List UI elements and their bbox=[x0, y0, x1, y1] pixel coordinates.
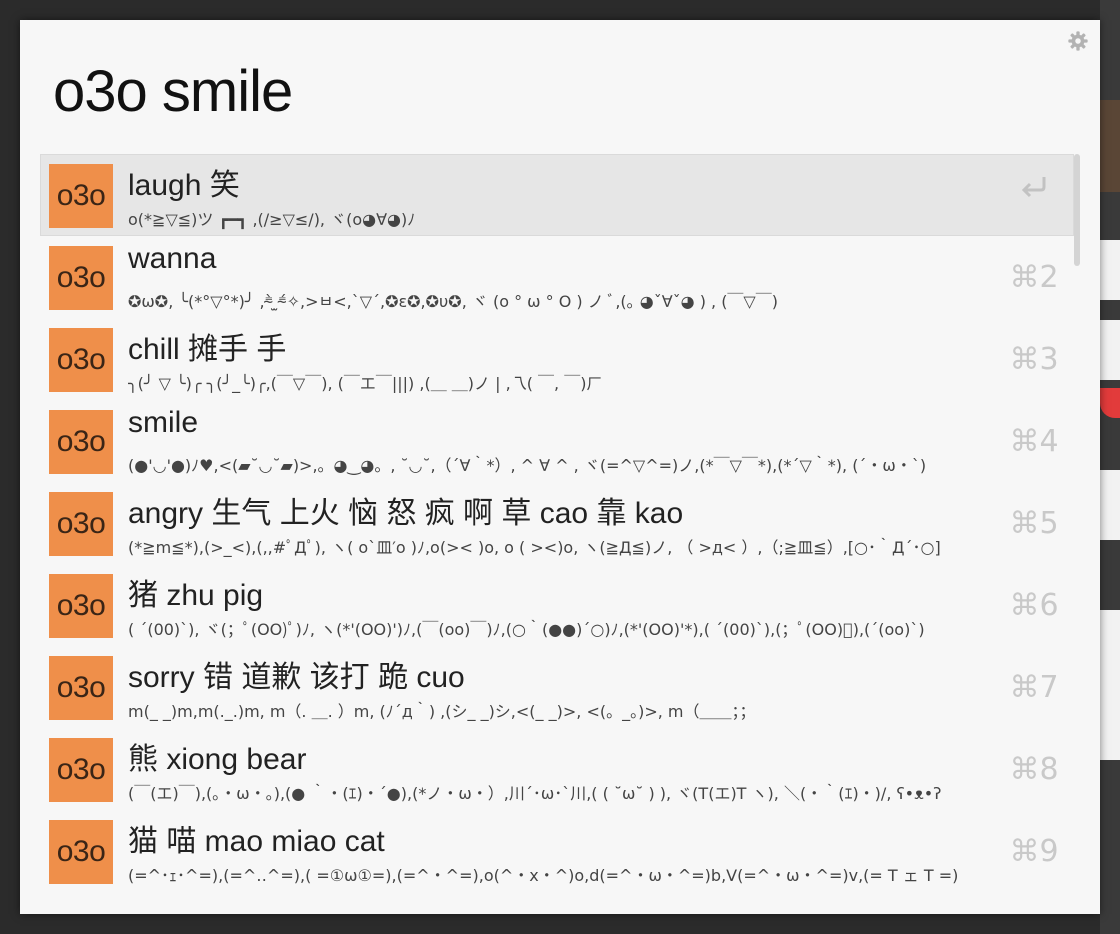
desktop-item bbox=[1100, 610, 1120, 760]
result-shortcut: ⌘5 bbox=[1009, 506, 1059, 541]
result-icon: o3o bbox=[49, 410, 113, 474]
desktop-item bbox=[1100, 470, 1120, 540]
result-subtitle: (*≧m≦*),(>_<),(,,#ﾟДﾟ), ヽ( o`皿′o )ﾉ,o(><… bbox=[128, 538, 941, 557]
result-shortcut: ⌘8 bbox=[1009, 752, 1059, 787]
result-subtitle: ( ´(00)ˋ), ヾ(；ﾟ(OO)ﾟ)ﾉ, ヽ(*'(OO)')ﾉ,(￣(o… bbox=[128, 620, 925, 639]
result-icon: o3o bbox=[49, 492, 113, 556]
result-shortcut: ⌘3 bbox=[1009, 342, 1059, 377]
result-shortcut: ⌘2 bbox=[1009, 260, 1059, 295]
desktop-item bbox=[1100, 320, 1120, 380]
result-icon: o3o bbox=[49, 656, 113, 720]
results-scrollbar[interactable] bbox=[1074, 154, 1080, 266]
results-list: o3o laugh 笑 o(*≧▽≦)ツ ┏━┓ ,(/≥▽≤/), ヾ(o◕∀… bbox=[40, 154, 1074, 892]
result-title: angry 生气 上火 恼 怒 疯 啊 草 cao 靠 kao bbox=[128, 497, 684, 530]
result-title: 熊 xiong bear bbox=[128, 743, 307, 776]
result-icon: o3o bbox=[49, 328, 113, 392]
result-subtitle: ╮(╯ ▽ ╰)╭ ╮(╯_╰)╭,(￣▽￣), (￣エ￣|||) ,(＿ ＿)… bbox=[128, 374, 603, 393]
result-icon: o3o bbox=[49, 738, 113, 802]
result-icon: o3o bbox=[49, 574, 113, 638]
launcher-window: o3o smile o3o laugh 笑 o(*≧▽≦)ツ ┏━┓ ,(/≥▽… bbox=[20, 20, 1100, 914]
result-title: sorry 错 道歉 该打 跪 cuo bbox=[128, 661, 465, 694]
result-title: chill 摊手 手 bbox=[128, 333, 287, 366]
result-icon: o3o bbox=[49, 164, 113, 228]
gear-icon[interactable] bbox=[1067, 30, 1089, 52]
result-subtitle: (●'◡'●)ﾉ♥,<(▰˘◡˘▰)>,。◕‿◕。, ˘◡˘,（´∀｀*）, ^… bbox=[128, 456, 927, 475]
result-item-6[interactable]: o3o 猪 zhu pig ( ´(00)ˋ), ヾ(；ﾟ(OO)ﾟ)ﾉ, ヽ(… bbox=[40, 564, 1074, 646]
desktop-item bbox=[1100, 100, 1120, 192]
result-item-9[interactable]: o3o 猫 喵 mao miao cat (=^･ｪ･^=),(=^‥^=),(… bbox=[40, 810, 1074, 892]
result-subtitle: m(_ _)m,m(._.)m, m（. ＿. ）m, (ﾉ´д｀) ,(シ_ … bbox=[128, 702, 756, 721]
result-item-1[interactable]: o3o laugh 笑 o(*≧▽≦)ツ ┏━┓ ,(/≥▽≤/), ヾ(o◕∀… bbox=[40, 154, 1074, 236]
result-subtitle: o(*≧▽≦)ツ ┏━┓ ,(/≥▽≤/), ヾ(o◕∀◕)ﾉ bbox=[128, 210, 416, 229]
result-title: laugh 笑 bbox=[128, 169, 240, 202]
result-title: smile bbox=[128, 406, 199, 439]
return-key-icon bbox=[994, 174, 1074, 200]
result-shortcut: ⌘4 bbox=[1009, 424, 1059, 459]
result-icon: o3o bbox=[49, 246, 113, 310]
result-item-5[interactable]: o3o angry 生气 上火 恼 怒 疯 啊 草 cao 靠 kao (*≧m… bbox=[40, 482, 1074, 564]
result-shortcut: ⌘7 bbox=[1009, 670, 1059, 705]
result-title: wanna bbox=[128, 242, 217, 275]
result-item-7[interactable]: o3o sorry 错 道歉 该打 跪 cuo m(_ _)m,m(._.)m,… bbox=[40, 646, 1074, 728]
result-shortcut: ⌘6 bbox=[1009, 588, 1059, 623]
result-icon: o3o bbox=[49, 820, 113, 884]
desktop-item bbox=[1100, 240, 1120, 300]
result-subtitle: (=^･ｪ･^=),(=^‥^=),( =①ω①=),(=^・^=),o(^・x… bbox=[128, 866, 959, 885]
result-item-8[interactable]: o3o 熊 xiong bear (￣(エ)￣),(｡・ω・｡),(● ｀・(ｴ… bbox=[40, 728, 1074, 810]
result-item-2[interactable]: o3o wanna ✪ω✪, ╰(*°▽°*)╯ ,⁼̴̀ ̫⁼̴́✧,>ㅂ<,… bbox=[40, 236, 1074, 318]
result-item-4[interactable]: o3o smile (●'◡'●)ﾉ♥,<(▰˘◡˘▰)>,。◕‿◕。, ˘◡˘… bbox=[40, 400, 1074, 482]
result-shortcut: ⌘9 bbox=[1009, 834, 1059, 869]
result-title: 猪 zhu pig bbox=[128, 579, 264, 612]
result-subtitle: ✪ω✪, ╰(*°▽°*)╯ ,⁼̴̀ ̫⁼̴́✧,>ㅂ<,`▽´,✪ε✪,✪υ… bbox=[128, 292, 778, 311]
result-subtitle: (￣(エ)￣),(｡・ω・｡),(● ｀・(ｴ)・´●),(*ノ・ω・）,川´･… bbox=[128, 784, 942, 803]
result-title: 猫 喵 mao miao cat bbox=[128, 825, 385, 858]
search-input[interactable]: o3o smile bbox=[53, 58, 293, 125]
result-item-3[interactable]: o3o chill 摊手 手 ╮(╯ ▽ ╰)╭ ╮(╯_╰)╭,(￣▽￣), … bbox=[40, 318, 1074, 400]
